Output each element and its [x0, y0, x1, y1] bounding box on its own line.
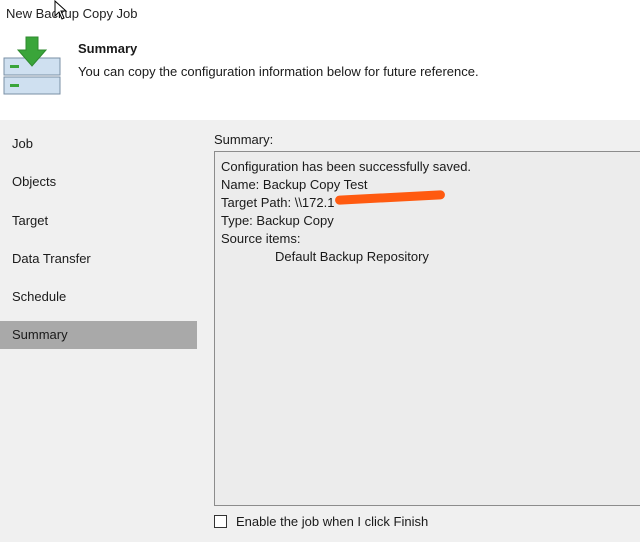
enable-job-checkbox[interactable] [214, 515, 227, 528]
nav-item-label: Summary [12, 327, 68, 342]
enable-job-label[interactable]: Enable the job when I click Finish [236, 514, 428, 529]
summary-panel: Summary: Configuration has been successf… [198, 120, 640, 542]
summary-line-status: Configuration has been successfully save… [221, 159, 472, 174]
step-title: Summary [78, 41, 138, 56]
nav-item-target[interactable]: Target [0, 207, 197, 235]
window-title: New Backup Copy Job [6, 6, 138, 21]
mouse-cursor-icon [54, 0, 68, 20]
step-description: You can copy the configuration informati… [78, 64, 479, 79]
nav-item-summary[interactable]: Summary [0, 321, 197, 349]
summary-line-type: Type: Backup Copy [221, 213, 334, 228]
summary-text: Configuration has been successfully save… [221, 158, 471, 266]
header-panel: Summary You can copy the configuration i… [0, 30, 640, 120]
summary-line-source-items: Source items: [221, 231, 301, 246]
nav-item-label: Data Transfer [12, 251, 91, 266]
summary-label: Summary: [214, 132, 274, 147]
summary-textbox[interactable]: Configuration has been successfully save… [214, 151, 640, 506]
summary-line-source-item: Default Backup Repository [275, 249, 429, 264]
nav-item-label: Target [12, 213, 49, 228]
nav-item-label: Job [12, 136, 33, 151]
nav-item-data-transfer[interactable]: Data Transfer [0, 245, 197, 273]
title-bar: New Backup Copy Job [0, 0, 640, 30]
nav-item-objects[interactable]: Objects [0, 168, 197, 196]
nav-item-label: Schedule [12, 289, 67, 304]
wizard-step-nav: Job Objects Target Data Transfer Schedul… [0, 120, 198, 542]
download-arrow-server-icon [3, 36, 61, 95]
nav-item-job[interactable]: Job [0, 130, 197, 158]
nav-item-schedule[interactable]: Schedule [0, 283, 197, 311]
nav-item-label: Objects [12, 174, 57, 189]
